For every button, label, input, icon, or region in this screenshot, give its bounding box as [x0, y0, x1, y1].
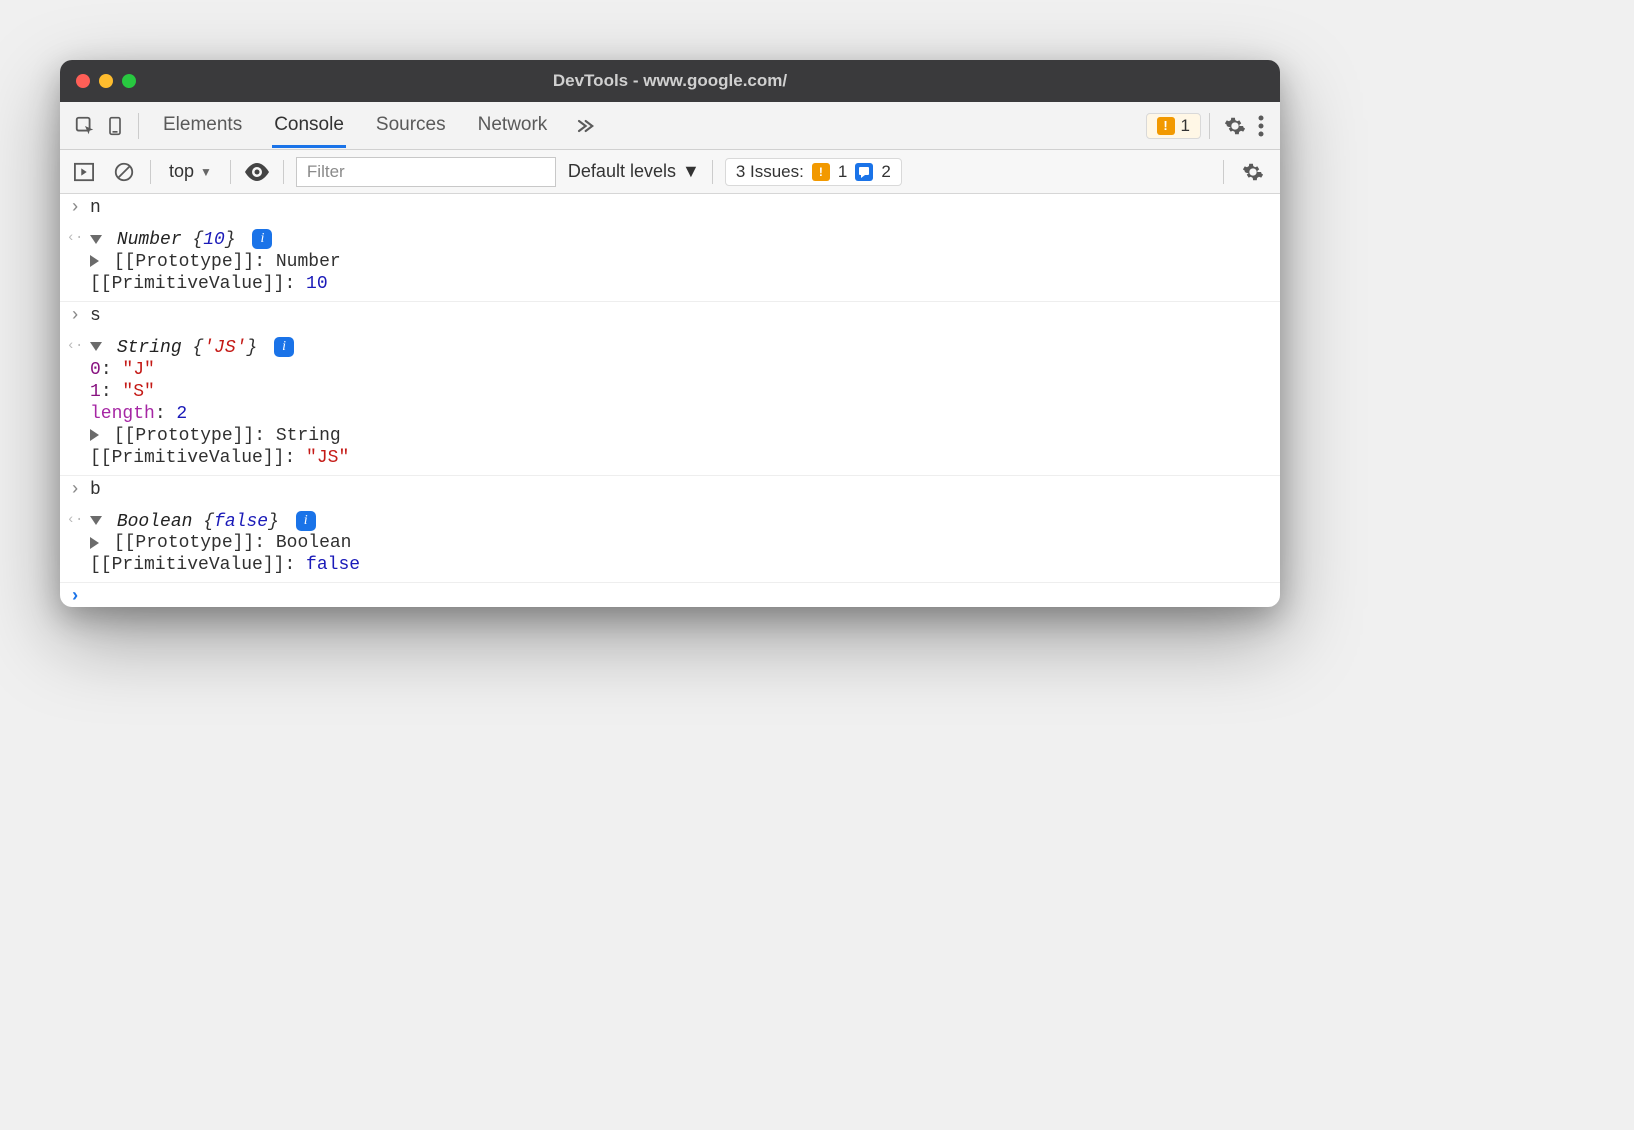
console-input: b — [90, 476, 1280, 506]
input-marker-icon: › — [60, 476, 90, 506]
prompt-marker-icon: › — [60, 583, 90, 607]
sidebar-toggle-icon[interactable] — [70, 158, 98, 186]
separator — [138, 113, 139, 139]
warn-count: 1 — [1181, 116, 1190, 136]
info-badge-icon[interactable]: i — [274, 337, 294, 357]
context-label: top — [169, 161, 194, 182]
constructor-name: String — [117, 338, 182, 358]
traffic-lights — [76, 74, 136, 88]
expand-arrow-icon[interactable] — [90, 429, 99, 441]
tab-sources[interactable]: Sources — [374, 103, 448, 148]
main-tabs: Elements Console Sources Network — [161, 103, 549, 148]
filter-input[interactable] — [296, 157, 556, 187]
warnings-chip[interactable]: ! 1 — [1146, 113, 1201, 139]
inspect-element-icon[interactable] — [70, 111, 100, 141]
property-value: Number — [276, 252, 341, 272]
levels-label: Default levels — [568, 161, 676, 182]
expand-arrow-icon[interactable] — [90, 235, 102, 244]
console-toolbar: top ▼ Default levels ▼ 3 Issues: ! 1 2 — [60, 150, 1280, 194]
separator — [230, 160, 231, 184]
info-icon — [855, 163, 873, 181]
summary-value: 'JS' — [203, 338, 246, 358]
caret-down-icon: ▼ — [682, 161, 700, 182]
window-title: DevTools - www.google.com/ — [60, 71, 1280, 91]
separator — [1223, 160, 1224, 184]
input-marker-icon: › — [60, 194, 90, 224]
property-key: [[PrimitiveValue]] — [90, 555, 284, 575]
console-prompt[interactable]: › — [60, 583, 1280, 607]
expand-arrow-icon[interactable] — [90, 537, 99, 549]
tab-console[interactable]: Console — [272, 103, 346, 148]
property-key: [[PrimitiveValue]] — [90, 448, 284, 468]
warning-icon: ! — [812, 163, 830, 181]
property-value: 10 — [306, 274, 328, 294]
summary-value: 10 — [203, 230, 225, 250]
property-key: [[Prototype]] — [114, 252, 254, 272]
tab-network[interactable]: Network — [476, 103, 550, 148]
more-tabs-icon[interactable] — [569, 111, 599, 141]
log-levels-dropdown[interactable]: Default levels ▼ — [568, 161, 700, 182]
info-badge-icon[interactable]: i — [296, 511, 316, 531]
expand-arrow-icon[interactable] — [90, 255, 99, 267]
console-settings-gear-icon[interactable] — [1236, 155, 1270, 189]
maximize-button[interactable] — [122, 74, 136, 88]
property-key: [[PrimitiveValue]] — [90, 274, 284, 294]
property-key: 1 — [90, 382, 101, 402]
minimize-button[interactable] — [99, 74, 113, 88]
info-badge-icon[interactable]: i — [252, 229, 272, 249]
input-marker-icon: › — [60, 302, 90, 332]
close-button[interactable] — [76, 74, 90, 88]
property-value: Boolean — [276, 533, 352, 553]
warning-icon: ! — [1157, 117, 1175, 135]
property-key: [[Prototype]] — [114, 426, 254, 446]
separator — [283, 160, 284, 184]
property-value: "JS" — [306, 448, 349, 468]
constructor-name: Boolean — [117, 511, 193, 531]
output-marker-icon: ‹· — [60, 332, 90, 475]
console-output-row[interactable]: ‹· Number {10} i [[Prototype]]: Number [… — [60, 224, 1280, 302]
issues-info-count: 2 — [881, 162, 890, 182]
separator — [150, 160, 151, 184]
tab-strip: Elements Console Sources Network ! 1 — [60, 102, 1280, 150]
console-input: n — [90, 194, 1280, 224]
property-key: length — [90, 404, 155, 424]
property-key: 0 — [90, 360, 101, 380]
property-value: "J" — [122, 360, 154, 380]
separator — [1209, 113, 1210, 139]
expand-arrow-icon[interactable] — [90, 342, 102, 351]
devtools-window: DevTools - www.google.com/ Elements Cons… — [60, 60, 1280, 607]
property-value: 2 — [176, 404, 187, 424]
caret-down-icon: ▼ — [200, 165, 212, 179]
property-value: "S" — [122, 382, 154, 402]
more-menu-icon[interactable] — [1252, 109, 1270, 143]
tab-elements[interactable]: Elements — [161, 103, 244, 148]
console-input-row: › b — [60, 476, 1280, 506]
clear-console-icon[interactable] — [110, 158, 138, 186]
issues-label: 3 Issues: — [736, 162, 804, 182]
property-value: false — [306, 555, 360, 575]
context-dropdown[interactable]: top ▼ — [163, 159, 218, 184]
issues-warn-count: 1 — [838, 162, 847, 182]
expand-arrow-icon[interactable] — [90, 516, 102, 525]
titlebar: DevTools - www.google.com/ — [60, 60, 1280, 102]
console-output-row[interactable]: ‹· String {'JS'} i 0: "J" 1: "S" len — [60, 332, 1280, 476]
console-output-row[interactable]: ‹· Boolean {false} i [[Prototype]]: Bool… — [60, 506, 1280, 584]
property-key: [[Prototype]] — [114, 533, 254, 553]
console-input-row: › s — [60, 302, 1280, 332]
console-input: s — [90, 302, 1280, 332]
live-expression-icon[interactable] — [243, 158, 271, 186]
issues-chip[interactable]: 3 Issues: ! 1 2 — [725, 158, 902, 186]
separator — [712, 160, 713, 184]
console-output: › n ‹· Number {10} i [[Prototype]]: Numb… — [60, 194, 1280, 607]
settings-gear-icon[interactable] — [1218, 109, 1252, 143]
property-value: String — [276, 426, 341, 446]
output-marker-icon: ‹· — [60, 506, 90, 583]
console-input-row: › n — [60, 194, 1280, 224]
constructor-name: Number — [117, 230, 182, 250]
output-marker-icon: ‹· — [60, 224, 90, 301]
summary-value: false — [214, 511, 268, 531]
device-toggle-icon[interactable] — [100, 111, 130, 141]
